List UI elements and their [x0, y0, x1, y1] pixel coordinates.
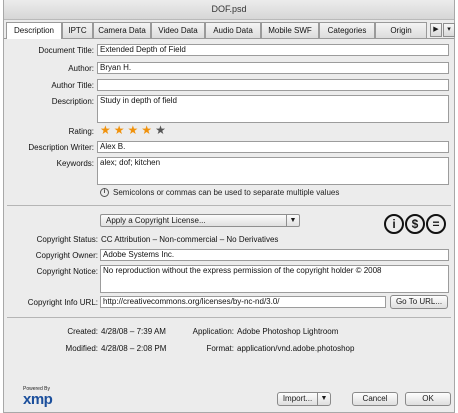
rating-stars: ★ ★ ★ ★ ★ — [100, 124, 169, 136]
keywords-field[interactable]: alex; dof; kitchen — [97, 157, 449, 185]
tab-description[interactable]: Description — [6, 22, 62, 39]
author-title-label: Author Title: — [51, 81, 94, 90]
tab-mobile-swf[interactable]: Mobile SWF — [261, 22, 319, 38]
copyright-status-label: Copyright Status: — [36, 235, 98, 244]
description-writer-field[interactable]: Alex B. — [97, 141, 449, 153]
description-field[interactable]: Study in depth of field — [97, 95, 449, 123]
cc-noderivatives-icon: = — [426, 214, 446, 234]
created-label: Created: — [67, 327, 98, 336]
star-icon[interactable]: ★ — [141, 124, 152, 136]
tab-categories[interactable]: Categories — [319, 22, 375, 38]
tab-scroll-right-button[interactable]: ▶ — [430, 23, 442, 37]
keywords-hint: i Semicolons or commas can be used to sep… — [100, 188, 340, 198]
copyright-owner-label: Copyright Owner: — [35, 251, 98, 260]
copyright-info-url-field[interactable]: http://creativecommons.org/licenses/by-n… — [100, 296, 386, 308]
keywords-label: Keywords: — [56, 159, 94, 168]
application-label: Application: — [192, 327, 234, 336]
copyright-notice-field[interactable]: No reproduction without the express perm… — [100, 265, 449, 293]
cc-noncommercial-icon: $ — [405, 214, 425, 234]
cc-attribution-icon: i — [384, 214, 404, 234]
creative-commons-icons: i $ = — [384, 214, 447, 234]
format-value: application/vnd.adobe.photoshop — [237, 344, 355, 353]
cancel-button[interactable]: Cancel — [352, 392, 398, 406]
window-title: DOF.psd — [4, 0, 454, 20]
import-button-label: Import... — [282, 394, 313, 403]
keywords-hint-text: Semicolons or commas can be used to sepa… — [113, 188, 340, 197]
copyright-license-select[interactable]: Apply a Copyright License... ▼ — [100, 214, 300, 227]
star-icon[interactable]: ★ — [100, 124, 111, 136]
tab-video-data[interactable]: Video Data — [151, 22, 205, 38]
chevron-down-icon: ▼ — [286, 215, 299, 226]
copyright-notice-label: Copyright Notice: — [36, 267, 98, 276]
description-writer-label: Description Writer: — [28, 143, 94, 152]
xmp-logo: Powered By xmp — [23, 386, 53, 408]
copyright-owner-field[interactable]: Adobe Systems Inc. — [100, 249, 449, 261]
copyright-info-url-label: Copyright Info URL: — [27, 298, 98, 307]
section-divider — [7, 317, 451, 318]
import-button[interactable]: Import... ▼ — [277, 392, 331, 406]
author-label: Author: — [68, 64, 94, 73]
copyright-status-value: CC Attribution – Non-commercial – No Der… — [101, 235, 279, 244]
rating-label: Rating: — [68, 127, 94, 136]
tab-overflow-menu-button[interactable]: ▾ — [443, 23, 455, 37]
star-icon[interactable]: ★ — [128, 124, 139, 136]
info-icon: i — [100, 188, 109, 198]
file-info-dialog: DOF.psd Description IPTC Camera Data Vid… — [3, 0, 455, 413]
star-icon[interactable]: ★ — [114, 124, 125, 136]
format-label: Format: — [206, 344, 234, 353]
ok-button[interactable]: OK — [405, 392, 451, 406]
copyright-license-select-label: Apply a Copyright License... — [106, 216, 206, 225]
star-icon[interactable]: ★ — [155, 124, 166, 136]
modified-value: 4/28/08 – 2:08 PM — [101, 344, 167, 353]
document-title-label: Document Title: — [38, 46, 94, 55]
created-value: 4/28/08 – 7:39 AM — [101, 327, 166, 336]
go-to-url-button[interactable]: Go To URL... — [390, 295, 448, 309]
tab-audio-data[interactable]: Audio Data — [205, 22, 261, 38]
tab-origin[interactable]: Origin — [375, 22, 427, 38]
section-divider — [7, 205, 451, 206]
application-value: Adobe Photoshop Lightroom — [237, 327, 339, 336]
author-field[interactable]: Bryan H. — [97, 62, 449, 74]
tab-camera-data[interactable]: Camera Data — [93, 22, 151, 38]
chevron-down-icon[interactable]: ▼ — [317, 393, 330, 405]
author-title-field[interactable] — [97, 79, 449, 91]
tab-bar: Description IPTC Camera Data Video Data … — [4, 22, 455, 39]
tab-iptc[interactable]: IPTC — [62, 22, 93, 38]
modified-label: Modified: — [65, 344, 98, 353]
document-title-field[interactable]: Extended Depth of Field — [97, 44, 449, 56]
xmp-wordmark: xmp — [23, 391, 53, 408]
description-label: Description: — [51, 97, 94, 106]
